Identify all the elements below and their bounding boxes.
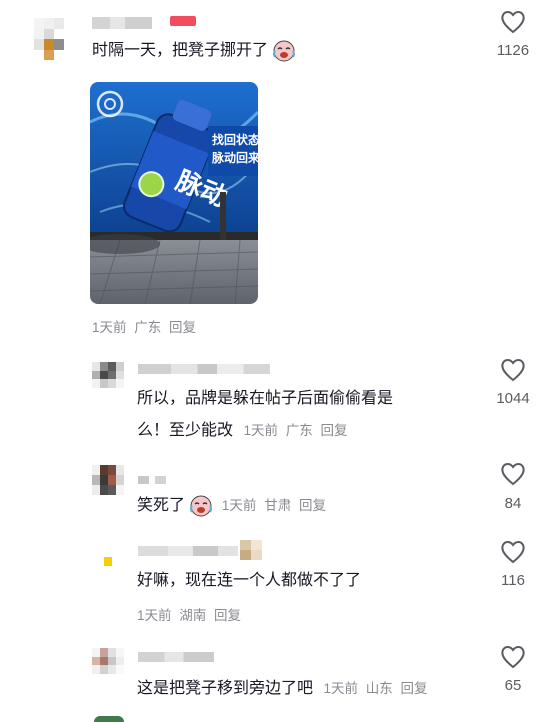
comment-text: 好嘛，现在连一个人都做不了了 [137, 572, 362, 589]
next-comment-avatar [94, 716, 124, 722]
slogan-line-2: 脉动回来 [211, 150, 258, 165]
username[interactable] [138, 364, 270, 374]
comment-text-line-2: 么！至少能改 [137, 422, 234, 439]
reply-button[interactable]: 回复 [299, 498, 326, 513]
comment-location: 广东 [134, 320, 162, 335]
like-heart-icon[interactable] [500, 540, 526, 564]
comment-location: 甘肃 [264, 498, 292, 513]
comment-location: 广东 [285, 423, 313, 438]
comment-text: 笑死了 [137, 497, 186, 514]
like-count: 1044 [496, 390, 530, 407]
comment-time: 1天前 [243, 423, 278, 438]
username-badge [240, 540, 262, 560]
comment-location: 湖南 [179, 608, 207, 623]
reply-button[interactable]: 回复 [401, 681, 428, 696]
comment-time: 1天前 [92, 320, 127, 335]
username[interactable] [138, 546, 238, 556]
like-heart-icon[interactable] [500, 462, 526, 486]
avatar[interactable] [92, 362, 124, 388]
comment-text: 这是把凳子移到旁边了吧 [137, 680, 314, 697]
avatar[interactable] [96, 548, 120, 566]
comment-text-line-1: 所以，品牌是躲在帖子后面偷偷看是 [137, 390, 394, 407]
comment-time: 1天前 [221, 498, 257, 513]
reply-button[interactable]: 回复 [214, 608, 241, 623]
comment-text: 时隔一天，把凳子挪开了 [92, 42, 269, 60]
reply-button[interactable]: 回复 [321, 423, 348, 438]
avatar[interactable] [92, 648, 124, 674]
username[interactable] [138, 652, 214, 662]
slogan-line-1: 找回状态 [212, 132, 258, 147]
like-heart-icon[interactable] [500, 645, 526, 669]
author-badge [170, 16, 196, 26]
comment-image[interactable]: 脉动 找回状态 脉动回来 [90, 82, 258, 304]
username[interactable] [138, 476, 166, 484]
crying-laughing-emoji-icon [273, 40, 296, 62]
like-heart-icon[interactable] [500, 358, 526, 382]
like-count: 84 [504, 495, 522, 512]
comment-time: 1天前 [323, 681, 358, 696]
username[interactable] [92, 17, 152, 29]
crying-laughing-emoji-icon [190, 495, 213, 517]
reply-button[interactable]: 回复 [169, 320, 196, 335]
avatar[interactable] [92, 465, 124, 495]
like-heart-icon[interactable] [500, 10, 526, 34]
like-count: 116 [501, 572, 525, 589]
avatar[interactable] [34, 18, 74, 60]
like-count: 65 [504, 677, 522, 694]
comment-time: 1天前 [137, 608, 172, 623]
comment-location: 山东 [365, 681, 393, 696]
like-count: 1126 [496, 42, 530, 59]
